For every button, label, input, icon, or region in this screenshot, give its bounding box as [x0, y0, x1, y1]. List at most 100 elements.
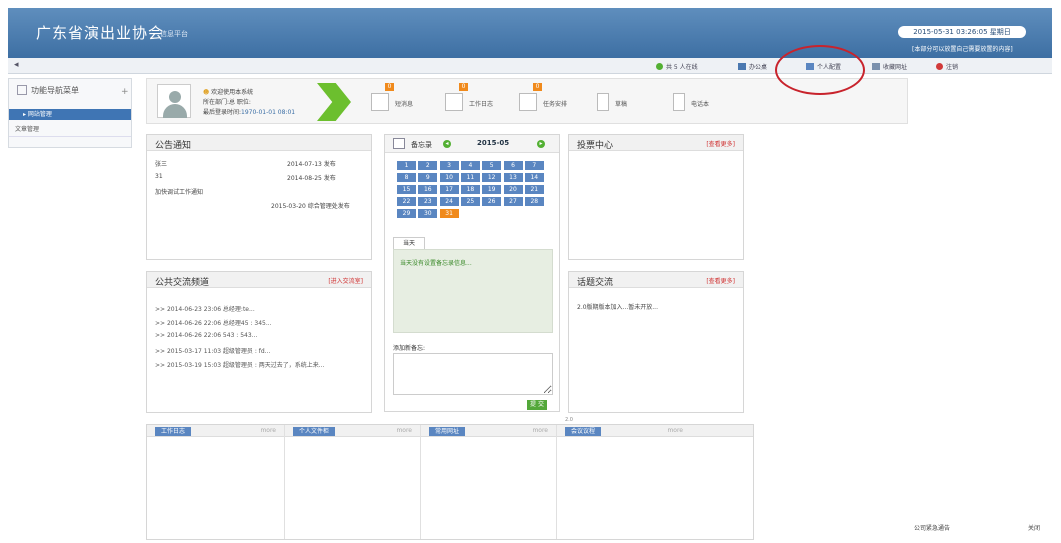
calendar-day[interactable]: 7 — [524, 161, 544, 170]
calendar-day[interactable]: 31 — [439, 209, 459, 218]
calendar-day[interactable]: 24 — [439, 197, 459, 206]
calendar-day[interactable]: 12 — [482, 173, 502, 182]
enter-room-link[interactable]: [进入交流室] — [328, 276, 363, 285]
prev-month-button[interactable]: ◂ — [443, 140, 451, 148]
more-link[interactable]: more — [396, 427, 412, 434]
back-arrow-icon[interactable]: ◂ — [14, 60, 19, 70]
bottom-panel-links: 常用网址 more — [421, 425, 557, 539]
calendar-day[interactable]: 19 — [482, 185, 502, 194]
sidebar-item-site-management[interactable]: ▸ 网站管理 — [9, 109, 131, 120]
calendar-day[interactable]: 30 — [418, 209, 438, 218]
tab-work-log[interactable]: 工作日志 — [155, 427, 192, 436]
more-link[interactable]: more — [532, 427, 548, 434]
sidebar: 功能导航菜单 + ▸ 网站管理 文章管理 — [8, 78, 132, 148]
topic-panel: 话题交流 [查看更多] 2.0版期版本加入...暂未开放... — [568, 271, 744, 413]
calendar-day[interactable]: 21 — [524, 185, 544, 194]
calendar-day[interactable]: 23 — [418, 197, 438, 206]
power-icon — [936, 63, 943, 70]
list-item[interactable]: 31 — [155, 173, 163, 180]
calendar-day[interactable]: 18 — [460, 185, 480, 194]
calendar-day[interactable]: 11 — [460, 173, 480, 182]
calendar-title: 备忘录 — [411, 141, 432, 149]
list-item[interactable]: >> 2014-06-26 22:06 543 : 543... — [155, 332, 257, 339]
calendar-day[interactable]: 22 — [397, 197, 416, 206]
submit-button[interactable]: 提 交 — [527, 400, 547, 410]
calendar-month: 2015-05 — [477, 139, 510, 147]
list-item[interactable]: 加快调试工作通知 — [155, 187, 203, 196]
document-icon — [445, 93, 463, 111]
tab-personal-files[interactable]: 个人文件柜 — [293, 427, 336, 436]
calendar-day[interactable]: 17 — [439, 185, 459, 194]
vote-panel: 投票中心 [查看更多] — [568, 134, 744, 260]
online-users-link[interactable]: 共 5 人在线 — [656, 62, 698, 71]
calendar-day[interactable]: 15 — [397, 185, 416, 194]
expand-icon[interactable]: + — [121, 87, 129, 97]
list-item[interactable]: >> 2015-03-19 15:03 超级管理员 : 两天过去了，系统上来..… — [155, 360, 325, 369]
arrow-icon — [317, 83, 351, 121]
tab-today[interactable]: 当天 — [393, 237, 425, 249]
close-button[interactable]: 关闭 — [1028, 523, 1040, 532]
list-item[interactable]: 张三 — [155, 159, 167, 168]
tab-meetings[interactable]: 会议议程 — [565, 427, 602, 436]
more-link[interactable]: more — [260, 427, 276, 434]
panel-header: 公共交流频道 [进入交流室] — [147, 272, 371, 288]
calendar-day[interactable]: 2 — [418, 161, 438, 170]
more-link[interactable]: more — [667, 427, 683, 434]
item-date: 2014-08-25 发布 — [287, 175, 336, 182]
view-more-link[interactable]: [查看更多] — [706, 276, 735, 285]
calendar-day[interactable]: 8 — [397, 173, 416, 182]
calendar-day[interactable]: 20 — [503, 185, 523, 194]
calendar-day[interactable]: 3 — [439, 161, 459, 170]
announcements-panel: 公告通知 张三 2014-07-13 发布 31 2014-08-25 发布 加… — [146, 134, 372, 260]
calendar-day[interactable]: 27 — [503, 197, 523, 206]
calendar-day[interactable]: 1 — [397, 161, 416, 170]
list-item[interactable]: >> 2014-06-26 22:06 总经理45 : 345... — [155, 318, 272, 327]
version-label: 2.0 — [565, 417, 573, 423]
calendar-day[interactable]: 9 — [418, 173, 438, 182]
list-item[interactable]: >> 2014-06-23 23:06 总经理:te... — [155, 304, 255, 313]
list-item[interactable]: 2.0版期版本加入...暂未开放... — [577, 302, 658, 311]
calendar-day[interactable]: 6 — [503, 161, 523, 170]
item-date: 2014-07-13 发布 — [287, 161, 336, 168]
home-icon — [17, 85, 27, 95]
memo-input[interactable] — [393, 353, 553, 395]
tab-common-links[interactable]: 常用网址 — [429, 427, 466, 436]
calendar-day[interactable]: 4 — [460, 161, 480, 170]
top-toolbar: ◂ 共 5 人在线 办公桌 个人配置 收藏网址 注销 — [8, 58, 1052, 74]
panel-header: 话题交流 [查看更多] — [569, 272, 743, 288]
datetime-display: 2015-05-31 03:26:05 星期日 — [898, 26, 1026, 38]
calendar-day[interactable]: 25 — [460, 197, 480, 206]
online-icon — [656, 63, 663, 70]
calendar-day[interactable]: 13 — [503, 173, 523, 182]
calendar-day[interactable]: 26 — [482, 197, 502, 206]
calendar-icon — [393, 138, 405, 149]
app-title: 广东省演出业协会 — [36, 24, 165, 42]
last-login: 最后登录时间:1970-01-01 08:01 — [203, 109, 296, 116]
header-notice: [本部分可以放置自己需要放置的内容] — [912, 46, 1013, 53]
calendar-day[interactable]: 14 — [524, 173, 544, 182]
badge: 0 — [385, 83, 394, 91]
bookmark-icon — [872, 63, 880, 70]
app-header: 广东省演出业协会 信息平台 2015-05-31 03:26:05 星期日 [本… — [8, 8, 1052, 58]
list-item[interactable]: >> 2015-03-17 11:03 超级管理员 : fd... — [155, 346, 270, 355]
panel-header: 公告通知 — [147, 135, 371, 151]
view-more-link[interactable]: [查看更多] — [706, 139, 735, 148]
next-month-button[interactable]: ▸ — [537, 140, 545, 148]
calendar-day[interactable]: 28 — [524, 197, 544, 206]
calendar-day[interactable]: 10 — [439, 173, 459, 182]
item-date: 2015-03-20 综合管理处发布 — [271, 203, 350, 210]
calendar-day[interactable]: 29 — [397, 209, 416, 218]
notification-title: 公司紧急通告 — [914, 525, 951, 532]
favorites-link[interactable]: 收藏网址 — [872, 62, 907, 71]
calendar-day[interactable]: 5 — [482, 161, 502, 170]
memo-note: 当天没有设置备忘录信息... — [400, 260, 472, 267]
office-desk-link[interactable]: 办公桌 — [738, 62, 767, 71]
bottom-panel-meetings: 会议议程 more — [557, 425, 753, 539]
logout-link[interactable]: 注销 — [936, 62, 958, 71]
calendar-day[interactable]: 16 — [418, 185, 438, 194]
bottom-panel-worklog: 工作日志 more — [147, 425, 285, 539]
bottom-panel-files: 个人文件柜 more — [285, 425, 421, 539]
sidebar-item-article-management[interactable]: 文章管理 — [15, 124, 39, 133]
badge: 0 — [459, 83, 468, 91]
calendar-panel: 备忘录 ◂ 2015-05 ▸ 1 2 3 4 5 6 7 8 9 10 11 12 13 14 15 16 1… — [384, 134, 560, 412]
